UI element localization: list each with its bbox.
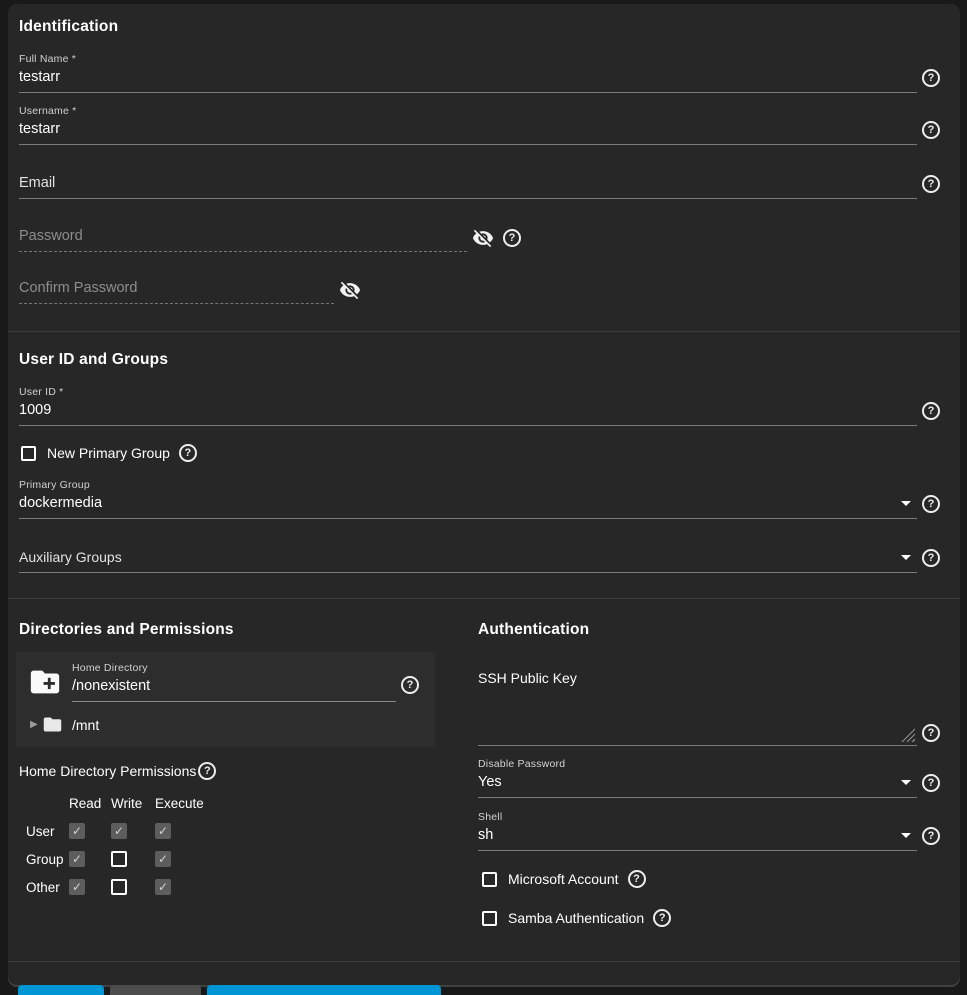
identification-title: Identification [19,18,940,36]
dropdown-arrow-icon [901,501,911,506]
user-id-input[interactable] [19,400,917,426]
perm-column-write: Write [111,796,155,811]
home-directory-panel: Home Directory ▶ /mnt [16,652,435,747]
email-input[interactable] [19,173,917,199]
section-identification: Identification Full Name * Username * [8,4,960,331]
directories-column: Directories and Permissions Home Directo… [19,621,443,927]
confirm-password-input[interactable] [19,278,334,304]
perm-row-user-label: User [19,824,69,839]
auxiliary-groups-select[interactable]: Auxiliary Groups [19,547,917,573]
new-primary-group-label: New Primary Group [47,445,170,461]
perm-checkbox-group-execute[interactable] [155,851,171,867]
primary-group-label: Primary Group [19,479,917,491]
disable-password-label: Disable Password [478,758,917,770]
section-user-id-groups: User ID and Groups User ID * New Primary… [8,332,960,598]
help-icon[interactable] [179,444,197,462]
help-icon[interactable] [628,870,646,888]
perm-row-other-label: Other [19,880,69,895]
perm-checkbox-user-write[interactable] [111,823,127,839]
perm-checkbox-group-write[interactable] [111,851,127,867]
download-ssh-public-key-button[interactable]: DOWNLOAD SSH PUBLIC KEY [207,985,441,995]
authentication-column: Authentication SSH Public Key Disable Pa… [478,621,940,927]
primary-group-select[interactable]: Primary Group dockermedia [19,479,917,519]
section-directories-authentication: Directories and Permissions Home Directo… [8,599,960,961]
perm-checkbox-other-execute[interactable] [155,879,171,895]
perm-checkbox-other-write[interactable] [111,879,127,895]
authentication-title: Authentication [478,621,940,639]
cancel-button[interactable]: CANCEL [110,985,201,995]
help-icon[interactable] [922,549,940,567]
microsoft-account-checkbox[interactable] [482,872,497,887]
perm-column-read: Read [69,796,111,811]
help-icon[interactable] [922,69,940,87]
username-label: Username * [19,105,917,117]
ssh-public-key-textarea[interactable] [478,690,917,746]
samba-authentication-checkbox[interactable] [482,911,497,926]
expand-arrow-icon[interactable]: ▶ [30,719,42,730]
user-id-groups-title: User ID and Groups [19,351,940,369]
form-actions: SUBMIT CANCEL DOWNLOAD SSH PUBLIC KEY [8,962,960,995]
home-directory-label: Home Directory [72,662,396,674]
home-directory-permissions-table: Read Write Execute User Group Other [19,796,443,895]
help-icon[interactable] [922,495,940,513]
auxiliary-groups-label: Auxiliary Groups [19,549,122,565]
perm-checkbox-user-execute[interactable] [155,823,171,839]
help-icon[interactable] [503,229,521,247]
username-input[interactable] [19,119,917,145]
help-icon[interactable] [198,762,216,780]
shell-value: sh [478,827,493,843]
dropdown-arrow-icon [901,780,911,785]
help-icon[interactable] [401,676,419,694]
ssh-public-key-label: SSH Public Key [478,670,940,686]
help-icon[interactable] [922,827,940,845]
dropdown-arrow-icon [901,555,911,560]
user-id-label: User ID * [19,386,917,398]
submit-button[interactable]: SUBMIT [18,985,104,995]
help-icon[interactable] [922,724,940,742]
primary-group-value: dockermedia [19,495,102,511]
directories-title: Directories and Permissions [19,621,443,639]
new-primary-group-checkbox[interactable] [21,446,36,461]
create-new-folder-icon[interactable] [28,665,62,704]
help-icon[interactable] [922,402,940,420]
perm-checkbox-group-read[interactable] [69,851,85,867]
samba-authentication-label: Samba Authentication [508,910,644,926]
visibility-off-icon[interactable] [472,227,494,249]
user-form-card: Identification Full Name * Username * [8,4,960,985]
help-icon[interactable] [922,175,940,193]
shell-label: Shell [478,811,917,823]
perm-checkbox-other-read[interactable] [69,879,85,895]
perm-checkbox-user-read[interactable] [69,823,85,839]
help-icon[interactable] [653,909,671,927]
dropdown-arrow-icon [901,833,911,838]
home-directory-permissions-label: Home Directory Permissions [19,763,196,779]
help-icon[interactable] [922,121,940,139]
home-directory-input[interactable] [72,676,396,702]
disable-password-select[interactable]: Disable Password Yes [478,758,917,798]
password-input[interactable] [19,226,467,252]
perm-row-group-label: Group [19,852,69,867]
visibility-off-icon[interactable] [339,279,361,301]
tree-item-mnt[interactable]: ▶ /mnt [28,714,419,735]
help-icon[interactable] [922,774,940,792]
full-name-input[interactable] [19,67,917,93]
microsoft-account-label: Microsoft Account [508,871,619,887]
perm-column-execute: Execute [155,796,215,811]
full-name-label: Full Name * [19,53,917,65]
disable-password-value: Yes [478,774,502,790]
tree-item-label: /mnt [72,717,99,733]
shell-select[interactable]: Shell sh [478,811,917,851]
folder-icon [42,714,63,735]
home-directory-permissions-header: Home Directory Permissions [19,762,443,780]
